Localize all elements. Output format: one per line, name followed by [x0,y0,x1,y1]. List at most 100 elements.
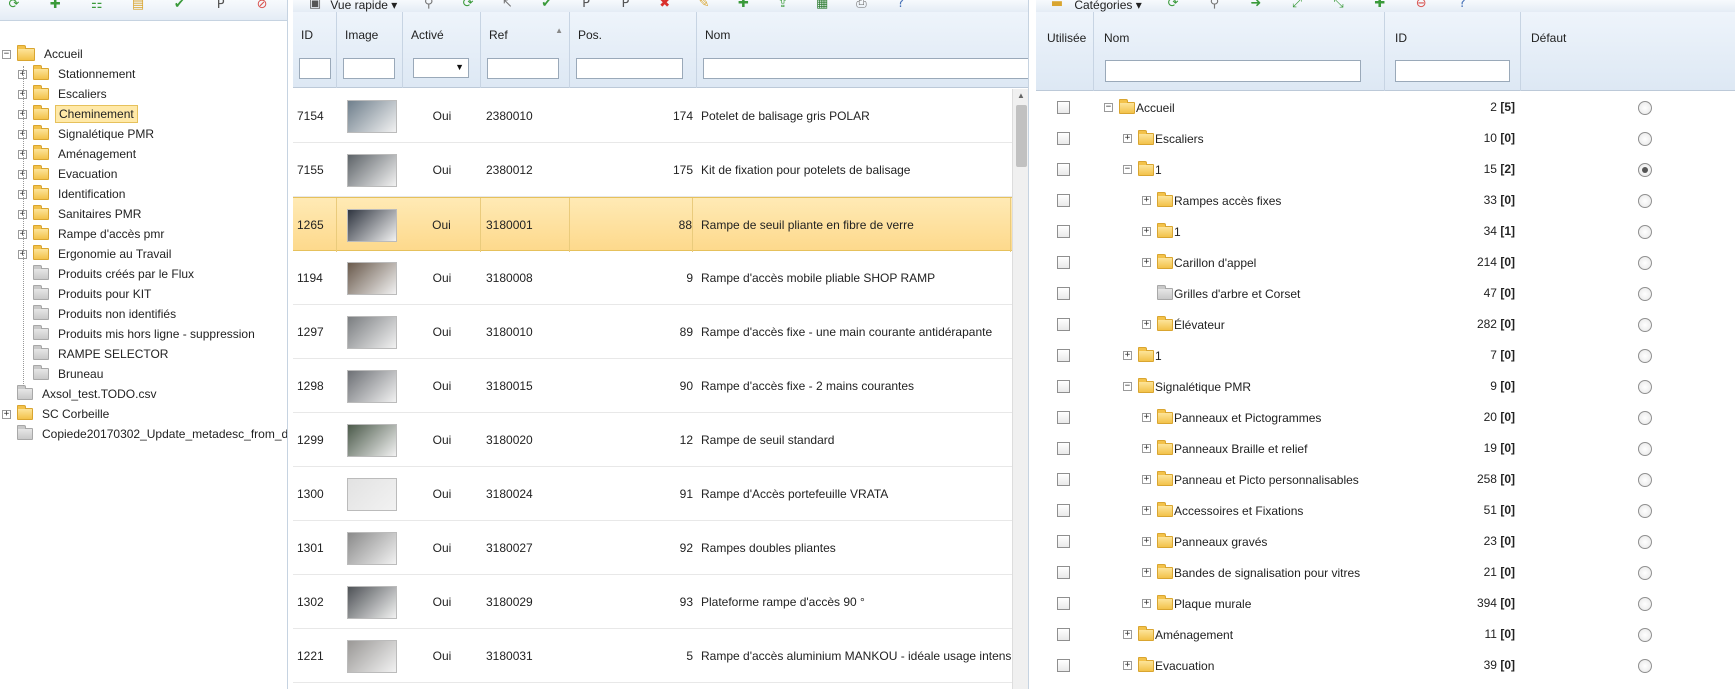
tree-node-sc-corbeille[interactable]: + SC Corbeille [2,404,112,424]
expand-icon[interactable]: + [1123,134,1132,143]
expand-icon[interactable]: ⤢ [1289,0,1305,12]
print-icon[interactable]: ⎙ [853,0,869,12]
filter-name-input[interactable] [703,58,1028,79]
category-row-amenagement[interactable]: + Aménagement 11 [0] [1036,619,1735,650]
refresh-icon[interactable]: ⟳ [460,0,476,12]
tree-node-amenagement[interactable]: + Aménagement [18,144,139,164]
table-row[interactable]: 1302 Oui 3180029 93 Plateforme rampe d'accès… [293,575,1013,629]
used-checkbox[interactable] [1057,380,1070,393]
tree-node-accueil[interactable]: − Accueil [2,44,86,64]
category-row-1[interactable]: +1 34 [1] [1036,216,1735,247]
delete-folder-icon[interactable]: ⊘ [254,0,270,13]
filter-cat-id-input[interactable] [1395,60,1510,82]
select-icon[interactable]: ↖ [499,0,515,12]
expand-icon[interactable]: + [1123,351,1132,360]
default-radio[interactable] [1638,101,1652,115]
table-row[interactable]: 1299 Oui 3180020 12 Rampe de seuil standard [293,413,1013,467]
table-row[interactable]: 1300 Oui 3180024 91 Rampe d'Accès portefeuil… [293,467,1013,521]
used-checkbox[interactable] [1057,535,1070,548]
expand-icon[interactable]: + [1142,320,1151,329]
column-cat-name[interactable]: Nom [1094,12,1385,91]
tree-node-produits-crees-par-le-flux[interactable]: Produits créés par le Flux [18,264,197,284]
filter-ref-input[interactable] [487,58,559,79]
column-default[interactable]: Défaut [1521,12,1735,91]
product-thumbnail[interactable] [347,532,397,565]
product-thumbnail[interactable] [347,370,397,403]
add-icon[interactable]: ✚ [1372,0,1388,12]
filter-icon[interactable]: ⚲ [1206,0,1222,12]
category-row-accessoires-et-fixations[interactable]: + Accessoires et Fixations 51 [0] [1036,495,1735,526]
tree-node-stationnement[interactable]: + Stationnement [18,64,138,84]
category-row-escaliers[interactable]: + Escaliers 10 [0] [1036,123,1735,154]
table-row[interactable]: 7154 Oui 2380010 174 Potelet de balisage gri… [293,89,1013,143]
expand-icon[interactable]: + [1142,537,1151,546]
tree-node-produits-non-identifies[interactable]: Produits non identifiés [18,304,179,324]
category-row-panneaux-graves[interactable]: + Panneaux gravés 23 [0] [1036,526,1735,557]
grid-vertical-scrollbar[interactable]: ▲ [1012,89,1028,689]
category-row-1[interactable]: −1 15 [2] [1036,154,1735,185]
category-row-1[interactable]: +1 7 [0] [1036,340,1735,371]
validate-icon[interactable]: ✔ [539,0,555,12]
default-radio[interactable] [1638,256,1652,270]
edit-icon[interactable]: ✎ [696,0,712,12]
view-selector[interactable]: Vue rapide ▾ [330,0,397,12]
expand-icon[interactable]: + [2,409,11,419]
column-active[interactable]: Activé [403,12,481,88]
used-checkbox[interactable] [1057,473,1070,486]
product-thumbnail[interactable] [347,262,397,295]
category-row-elevateur[interactable]: + Élévateur 282 [0] [1036,309,1735,340]
used-checkbox[interactable] [1057,163,1070,176]
seo-page-icon[interactable]: P [617,0,633,12]
collapse-icon[interactable]: ⤡ [1330,0,1346,12]
default-radio[interactable] [1638,628,1652,642]
product-thumbnail[interactable] [347,100,397,133]
default-radio[interactable] [1638,566,1652,580]
tree-node-signaletique-pmr[interactable]: + Signalétique PMR [18,124,157,144]
scroll-up-icon[interactable]: ▲ [1017,91,1025,100]
used-checkbox[interactable] [1057,194,1070,207]
default-radio[interactable] [1638,132,1652,146]
default-radio[interactable] [1638,225,1652,239]
expand-icon[interactable]: + [1142,475,1151,484]
column-ref[interactable]: Ref ▲ [481,12,570,88]
tree-structure-icon[interactable]: ☷ [89,0,105,13]
validate-icon[interactable]: ✔ [171,0,187,13]
filter-cat-name-input[interactable] [1105,60,1361,82]
column-name[interactable]: Nom [697,12,1028,88]
help-icon[interactable]: ? [1455,0,1471,12]
category-row-signaletique-pmr[interactable]: − Signalétique PMR 9 [0] [1036,371,1735,402]
used-checkbox[interactable] [1057,101,1070,114]
tree-node-bruneau[interactable]: Bruneau [18,364,106,384]
filter-active-select[interactable] [413,58,469,78]
default-radio[interactable] [1638,380,1652,394]
default-radio[interactable] [1638,287,1652,301]
default-radio[interactable] [1638,597,1652,611]
filter-id-input[interactable] [299,58,331,79]
default-radio[interactable] [1638,473,1652,487]
category-row-rampes-acces-fixes[interactable]: + Rampes accès fixes 33 [0] [1036,185,1735,216]
default-radio[interactable] [1638,411,1652,425]
tree-node-cheminement[interactable]: + Cheminement [18,104,138,124]
product-thumbnail[interactable] [347,154,397,187]
table-row[interactable]: 7155 Oui 2380012 175 Kit de fixation pour po… [293,143,1013,197]
filter-image-input[interactable] [343,58,395,79]
excel-icon[interactable]: ▦ [814,0,830,12]
default-radio[interactable] [1638,163,1652,177]
tree-node-rampe-selector[interactable]: RAMPE SELECTOR [18,344,171,364]
collapse-icon[interactable]: − [1104,103,1113,112]
default-radio[interactable] [1638,194,1652,208]
used-checkbox[interactable] [1057,318,1070,331]
product-thumbnail[interactable] [347,209,397,242]
default-radio[interactable] [1638,442,1652,456]
product-thumbnail[interactable] [347,316,397,349]
table-row[interactable]: 1221 Oui 3180031 5 Rampe d'accès aluminium M… [293,629,1013,683]
tree-node-produits-pour-kit[interactable]: Produits pour KIT [18,284,154,304]
category-row-panneaux-braille-et-relief[interactable]: + Panneaux Braille et relief 19 [0] [1036,433,1735,464]
filter-pos-input[interactable] [576,58,683,79]
product-thumbnail[interactable] [347,424,397,457]
tree-node-rampe-d-acces-pmr[interactable]: + Rampe d'accès pmr [18,224,167,244]
scrollbar-thumb[interactable] [1016,105,1027,167]
refresh-icon[interactable]: ⟳ [6,0,22,13]
table-row[interactable]: 1194 Oui 3180008 9 Rampe d'accès mobile plia… [293,251,1013,305]
tree-node-identification[interactable]: + Identification [18,184,128,204]
